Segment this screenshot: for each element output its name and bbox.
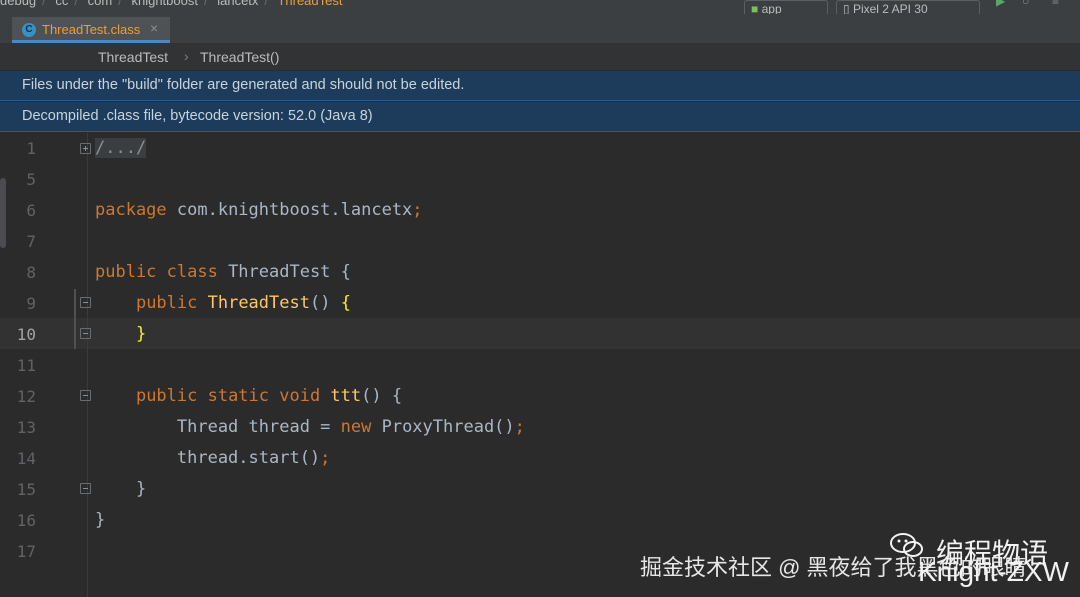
code-token: } [95, 479, 147, 499]
line-number[interactable]: 1 [0, 139, 36, 158]
line-number[interactable]: 6 [0, 201, 36, 220]
breadcrumb-class[interactable]: ThreadTest [98, 49, 168, 65]
banner-text: Decompiled .class file, bytecode version… [22, 108, 373, 124]
code-line[interactable]: 13 Thread thread = new ProxyThread(); [0, 412, 1080, 443]
code-text[interactable]: thread.start(); [95, 448, 331, 468]
code-text[interactable]: public static void ttt() { [95, 386, 402, 406]
code-line[interactable]: 12 public static void ttt() { [0, 381, 1080, 412]
line-number[interactable]: 11 [0, 356, 36, 375]
code-line[interactable]: 14 thread.start(); [0, 443, 1080, 474]
decompiled-info-banner: Decompiled .class file, bytecode version… [0, 102, 1080, 132]
code-breadcrumb: ThreadTest › ThreadTest() [0, 44, 1080, 70]
code-text[interactable]: package com.knightboost.lancetx; [95, 200, 423, 220]
code-line[interactable]: 5 [0, 164, 1080, 195]
tab-label: ThreadTest.class [42, 22, 141, 37]
code-text[interactable]: } [95, 479, 146, 499]
watermark-author: Knight-ZXW [918, 556, 1069, 587]
android-icon: ■ [751, 2, 762, 14]
line-number[interactable]: 5 [0, 170, 36, 189]
code-line[interactable]: 9 public ThreadTest() { [0, 288, 1080, 319]
code-line[interactable]: 6 package com.knightboost.lancetx; [0, 195, 1080, 226]
code-line[interactable]: 8 public class ThreadTest { [0, 257, 1080, 288]
crumb-lancetx[interactable]: lancetx [217, 0, 258, 8]
code-text[interactable]: public ThreadTest() { [95, 293, 351, 313]
build-folder-warning-banner: Files under the "build" folder are gener… [0, 71, 1080, 101]
line-number[interactable]: 10 [0, 325, 36, 344]
line-number[interactable]: 16 [0, 511, 36, 530]
code-token: ProxyThread() [381, 417, 515, 437]
fold-collapse-icon[interactable] [80, 390, 91, 401]
tab-threadtest-class[interactable]: C ThreadTest.class × [12, 17, 170, 43]
code-token: Thread thread = [95, 417, 341, 437]
close-icon[interactable]: × [150, 20, 158, 36]
wechat-icon [890, 533, 923, 557]
search-icon[interactable]: ○ [1022, 0, 1029, 8]
crumb-knightboost[interactable]: knightboost [131, 0, 198, 8]
fold-collapse-icon[interactable] [80, 483, 91, 494]
code-text[interactable]: } [95, 324, 146, 344]
fold-expand-icon[interactable] [80, 143, 91, 154]
line-number[interactable]: 9 [0, 294, 36, 313]
device-dropdown[interactable]: ▯ Pixel 2 API 30 [836, 0, 980, 14]
line-number[interactable]: 7 [0, 232, 36, 251]
project-breadcrumb: debug / cc / com / knightboost / lancetx / Th… [0, 0, 348, 8]
crumb-cc[interactable]: cc [55, 0, 68, 8]
chevron-right-icon: › [184, 48, 189, 64]
code-line[interactable]: 1 /.../ [0, 133, 1080, 164]
crumb-com[interactable]: com [88, 0, 113, 8]
class-file-icon: C [22, 23, 36, 37]
code-text[interactable]: } [95, 510, 105, 530]
code-line[interactable]: 7 [0, 226, 1080, 257]
banner-text: Files under the "build" folder are gener… [22, 77, 465, 93]
code-token: public [135, 293, 208, 313]
line-number[interactable]: 14 [0, 449, 36, 468]
top-navigation-bar: debug / cc / com / knightboost / lancetx / Th… [0, 0, 1080, 14]
code-editor[interactable]: 1 /.../ 5 6 package com.knightboost.lancetx;… [0, 133, 1080, 597]
code-token: thread.start() [95, 448, 321, 468]
code-token: ttt [330, 386, 362, 406]
line-number[interactable]: 8 [0, 263, 36, 282]
watermark-brand: 编程物语 Knight-ZXW [890, 530, 1080, 590]
line-number[interactable]: 12 [0, 387, 36, 406]
code-token: ; [412, 200, 423, 220]
code-token: } [95, 510, 106, 530]
settings-icon[interactable]: ≡ [1052, 0, 1059, 8]
crumb-debug[interactable]: debug [0, 0, 36, 8]
code-token: com.knightboost.lancetx [176, 200, 413, 220]
fold-collapse-icon[interactable] [80, 297, 91, 308]
line-number[interactable]: 13 [0, 418, 36, 437]
code-token: public class [95, 262, 229, 282]
code-token: } [135, 324, 147, 344]
code-token: public static void [135, 386, 331, 406]
code-token: ; [514, 417, 525, 437]
code-token: ; [320, 448, 331, 468]
run-icon[interactable]: ▶ [996, 0, 1005, 8]
code-token: ThreadTest { [228, 262, 351, 282]
fold-collapse-icon[interactable] [80, 328, 91, 339]
run-config-dropdown[interactable]: ■ app [744, 0, 828, 14]
breadcrumb-method[interactable]: ThreadTest() [200, 49, 279, 65]
code-token: { [340, 293, 351, 313]
code-line[interactable]: 15 } [0, 474, 1080, 505]
code-text[interactable]: /.../ [95, 138, 147, 158]
code-token: ThreadTest [207, 293, 310, 313]
line-number[interactable]: 17 [0, 542, 36, 561]
code-token: () { [361, 386, 403, 406]
code-line[interactable]: 11 [0, 350, 1080, 381]
code-token: () [309, 293, 341, 313]
code-line[interactable]: 10 } [0, 319, 1080, 350]
code-token: /.../ [95, 138, 147, 158]
code-text[interactable]: Thread thread = new ProxyThread(); [95, 417, 525, 437]
device-icon: ▯ [843, 2, 853, 14]
crumb-active-file[interactable]: ThreadTest [277, 0, 342, 8]
editor-tab-bar: C ThreadTest.class × [0, 14, 1080, 44]
code-token: package [95, 200, 177, 220]
line-number[interactable]: 15 [0, 480, 36, 499]
code-text[interactable]: public class ThreadTest { [95, 262, 351, 282]
code-token: new [340, 417, 382, 437]
